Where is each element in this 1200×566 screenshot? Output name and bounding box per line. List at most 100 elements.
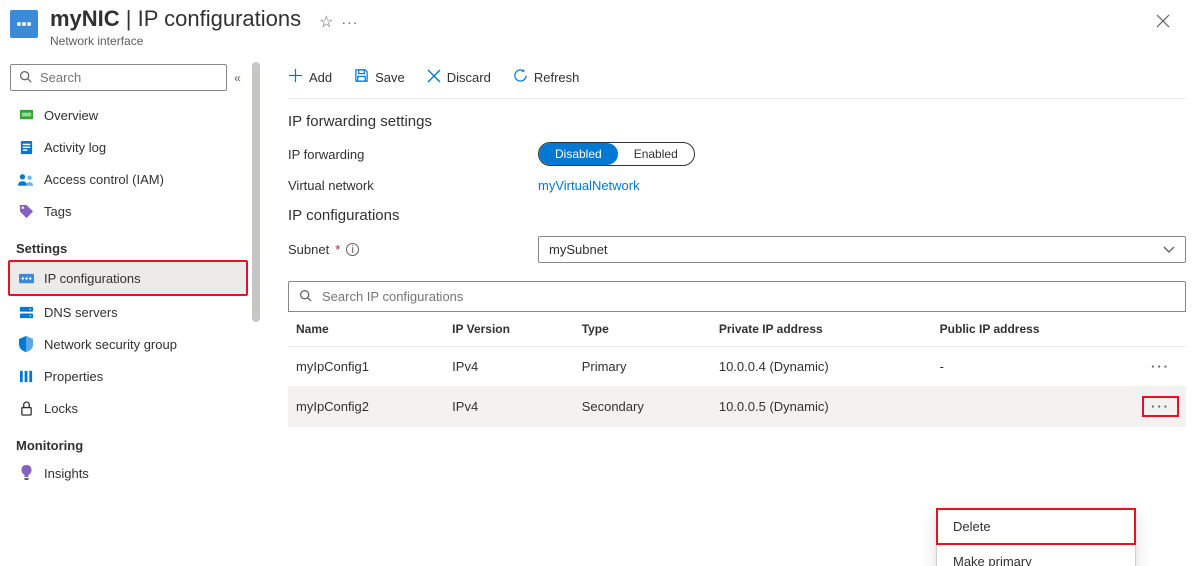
favorite-star-icon[interactable]: ☆ [319,12,333,32]
sidebar-item-tags[interactable]: Tags [10,195,248,227]
table-row[interactable]: myIpConfig2 IPv4 Secondary 10.0.0.5 (Dyn… [288,387,1186,427]
refresh-button[interactable]: Refresh [513,68,580,86]
virtual-network-label: Virtual network [288,178,538,193]
ip-config-table: Name IP Version Type Private IP address … [288,312,1186,427]
page-name: IP configurations [138,6,301,31]
sidebar-section-settings: Settings [16,241,248,256]
scrollbar-thumb[interactable] [252,62,260,322]
overview-icon [18,107,34,123]
sidebar-search[interactable] [10,64,227,91]
resource-subtitle: Network interface [50,34,301,48]
tags-icon [18,203,34,219]
page-header: myNIC | IP configurations Network interf… [0,0,1200,58]
table-row[interactable]: myIpConfig1 IPv4 Primary 10.0.0.4 (Dynam… [288,347,1186,387]
col-pub[interactable]: Public IP address [932,312,1135,347]
button-label: Refresh [534,70,580,85]
access-control-icon [18,171,34,187]
row-menu-button[interactable]: ··· [1143,357,1178,376]
sidebar-item-locks[interactable]: Locks [10,392,248,424]
col-ipv[interactable]: IP Version [444,312,574,347]
sidebar-item-properties[interactable]: Properties [10,360,248,392]
page-title: myNIC | IP configurations [50,6,301,32]
main-content: Add Save Discard Refresh IP forwarding s… [264,58,1200,566]
row-context-menu: Delete Make primary Pin to dashboard [936,508,1136,566]
ip-configurations-heading: IP configurations [288,207,1186,224]
cell-ipv: IPv4 [444,347,574,387]
cell-priv: 10.0.0.4 (Dynamic) [711,347,932,387]
content-scrollbar[interactable] [248,58,264,566]
required-asterisk: * [335,242,340,257]
col-type[interactable]: Type [574,312,711,347]
sidebar-item-nsg[interactable]: Network security group [10,328,248,360]
cell-pub: - [932,347,1135,387]
add-button[interactable]: Add [288,68,332,86]
button-label: Save [375,70,405,85]
sidebar-item-label: Insights [44,466,89,481]
menu-label: Make primary [953,554,1032,566]
resource-type-icon [10,10,38,38]
refresh-icon [513,68,528,86]
collapse-sidebar-button[interactable]: « [227,71,248,85]
row-menu-button[interactable]: ··· [1143,397,1178,416]
header-title-block: myNIC | IP configurations Network interf… [50,6,301,48]
dns-icon [18,304,34,320]
sidebar-item-label: DNS servers [44,305,118,320]
ip-config-icon [18,270,34,286]
sidebar-item-label: Properties [44,369,103,384]
cell-type: Secondary [574,387,711,427]
ip-forwarding-toggle[interactable]: Disabled Enabled [538,142,695,166]
sidebar-search-input[interactable] [38,69,218,86]
col-priv[interactable]: Private IP address [711,312,932,347]
sidebar-item-label: Activity log [44,140,106,155]
sidebar-item-label: Overview [44,108,98,123]
context-menu-make-primary[interactable]: Make primary [937,544,1135,566]
sidebar-item-ip-configurations[interactable]: IP configurations [8,260,248,296]
sidebar-item-label: Access control (IAM) [44,172,164,187]
ip-config-search-input[interactable] [320,288,1175,305]
properties-icon [18,368,34,384]
ip-forwarding-heading: IP forwarding settings [288,113,1186,130]
context-menu-delete[interactable]: Delete [937,509,1135,544]
cell-type: Primary [574,347,711,387]
sidebar-item-access-control[interactable]: Access control (IAM) [10,163,248,195]
sidebar-section-monitoring: Monitoring [16,438,248,453]
insights-icon [18,465,34,481]
sidebar-item-overview[interactable]: Overview [10,99,248,131]
chevron-down-icon [1163,242,1175,257]
info-icon[interactable]: i [346,243,359,256]
ip-config-search[interactable] [288,281,1186,312]
sidebar-item-label: Tags [44,204,71,219]
discard-icon [427,69,441,86]
sidebar-item-activity-log[interactable]: Activity log [10,131,248,163]
save-button[interactable]: Save [354,68,405,86]
button-label: Discard [447,70,491,85]
resource-name: myNIC [50,6,120,31]
cell-ipv: IPv4 [444,387,574,427]
virtual-network-link[interactable]: myVirtualNetwork [538,178,640,193]
search-icon [19,70,32,86]
sidebar-item-dns-servers[interactable]: DNS servers [10,296,248,328]
sidebar: « Overview Activity log Access control (… [0,58,248,566]
cell-name: myIpConfig1 [288,347,444,387]
cell-pub [932,387,1135,427]
discard-button[interactable]: Discard [427,69,491,86]
command-bar: Add Save Discard Refresh [288,58,1186,99]
sidebar-item-label: Network security group [44,337,177,352]
sidebar-item-label: Locks [44,401,78,416]
subnet-value: mySubnet [549,242,608,257]
menu-label: Delete [953,519,991,534]
more-commands-icon[interactable]: ··· [341,14,358,30]
subnet-dropdown[interactable]: mySubnet [538,236,1186,263]
col-name[interactable]: Name [288,312,444,347]
button-label: Add [309,70,332,85]
sidebar-item-insights[interactable]: Insights [10,457,248,489]
toggle-option-disabled[interactable]: Disabled [539,143,618,165]
close-blade-button[interactable] [1146,6,1180,39]
toggle-option-enabled[interactable]: Enabled [618,143,694,165]
cell-priv: 10.0.0.5 (Dynamic) [711,387,932,427]
save-icon [354,68,369,86]
plus-icon [288,68,303,86]
activity-log-icon [18,139,34,155]
sidebar-item-label: IP configurations [44,271,141,286]
subnet-label: Subnet * i [288,242,538,257]
